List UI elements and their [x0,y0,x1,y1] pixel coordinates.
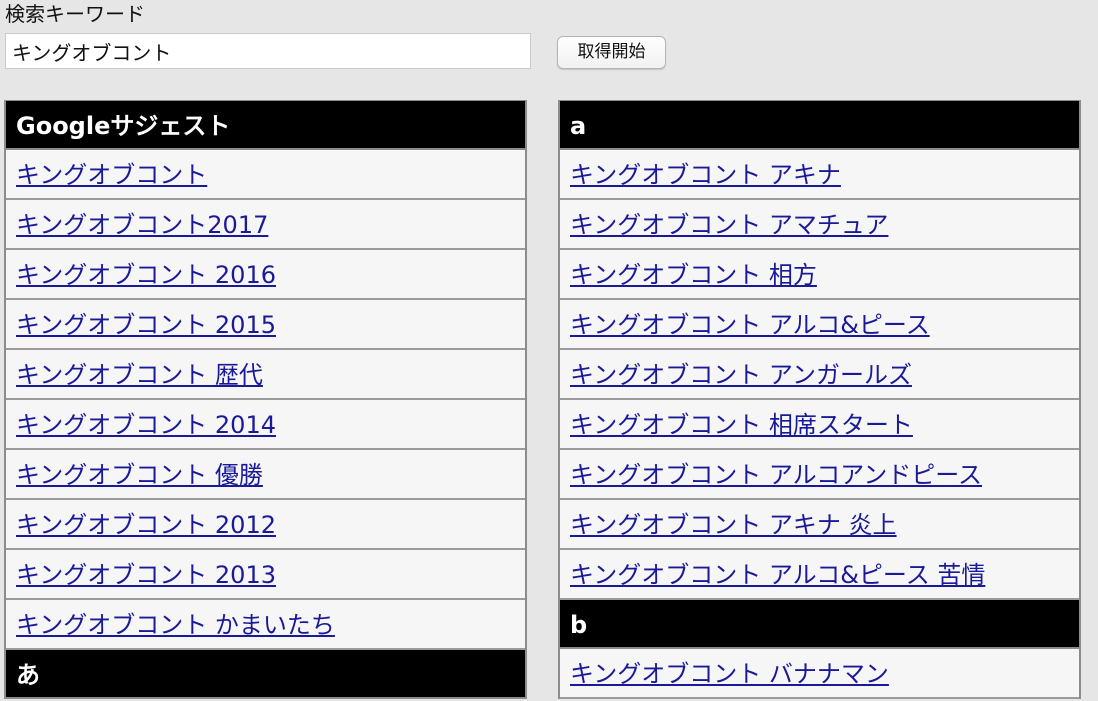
table-row: キングオブコント アンガールズ [560,350,1079,400]
suggest-link[interactable]: キングオブコント [16,161,207,189]
table-row: キングオブコント 2013 [6,550,525,600]
table-row: キングオブコント 相方 [560,250,1079,300]
suggest-link[interactable]: キングオブコント 優勝 [16,461,263,489]
suggest-link[interactable]: キングオブコント かまいたち [16,611,335,639]
table-row: キングオブコント 2014 [6,400,525,450]
suggest-link[interactable]: キングオブコント 2015 [16,311,276,339]
table-row: キングオブコント2017 [6,200,525,250]
fetch-start-button[interactable]: 取得開始 [557,36,666,69]
suggest-link[interactable]: キングオブコント 2013 [16,561,276,589]
suggest-link[interactable]: キングオブコント バナナマン [570,660,889,688]
table-row: キングオブコント アルコ&ピース 苦情 [560,550,1079,600]
table-row: キングオブコント アキナ 炎上 [560,500,1079,550]
table-row: キングオブコント アマチュア [560,200,1079,250]
suggest-link[interactable]: キングオブコント2017 [16,211,268,239]
table-row: キングオブコント 2012 [6,500,525,550]
table-header: あ [6,650,525,699]
suggest-link[interactable]: キングオブコント 歴代 [16,361,263,389]
table-row: キングオブコント アルコアンドピース [560,450,1079,500]
suggest-link[interactable]: キングオブコント アルコ&ピース [570,311,930,339]
suggest-link[interactable]: キングオブコント 相方 [570,261,817,289]
suggest-link[interactable]: キングオブコント アルコアンドピース [570,461,982,489]
table-row: キングオブコント 優勝 [6,450,525,500]
table-row: キングオブコント 2016 [6,250,525,300]
table-row: キングオブコント バナナマン [560,649,1079,699]
suggest-link[interactable]: キングオブコント アキナ [570,161,841,189]
table-header: a [560,101,1079,150]
table-row: キングオブコント 相席スタート [560,400,1079,450]
suggest-link[interactable]: キングオブコント アルコ&ピース 苦情 [570,561,985,589]
suggest-link[interactable]: キングオブコント 2014 [16,411,276,439]
table-header: Googleサジェスト [6,101,525,150]
table-row: キングオブコント 歴代 [6,350,525,400]
suggest-link[interactable]: キングオブコント 相席スタート [570,411,913,439]
suggest-link[interactable]: キングオブコント 2016 [16,261,276,289]
suggest-link[interactable]: キングオブコント アキナ 炎上 [570,511,897,539]
letter-a-suggest-table: a キングオブコント アキナ キングオブコント アマチュア キングオブコント 相… [558,100,1081,699]
table-row: キングオブコント [6,150,525,200]
search-keyword-input[interactable] [5,33,531,69]
table-row: キングオブコント アキナ [560,150,1079,200]
search-keyword-label: 検索キーワード [5,2,145,26]
table-row: キングオブコント 2015 [6,300,525,350]
table-row: キングオブコント アルコ&ピース [560,300,1079,350]
google-suggest-table: Googleサジェスト キングオブコント キングオブコント2017 キングオブコ… [4,100,527,699]
table-header: b [560,600,1079,649]
suggest-link[interactable]: キングオブコント 2012 [16,511,276,539]
suggest-link[interactable]: キングオブコント アマチュア [570,211,888,239]
table-row: キングオブコント かまいたち [6,600,525,650]
suggest-link[interactable]: キングオブコント アンガールズ [570,361,912,389]
